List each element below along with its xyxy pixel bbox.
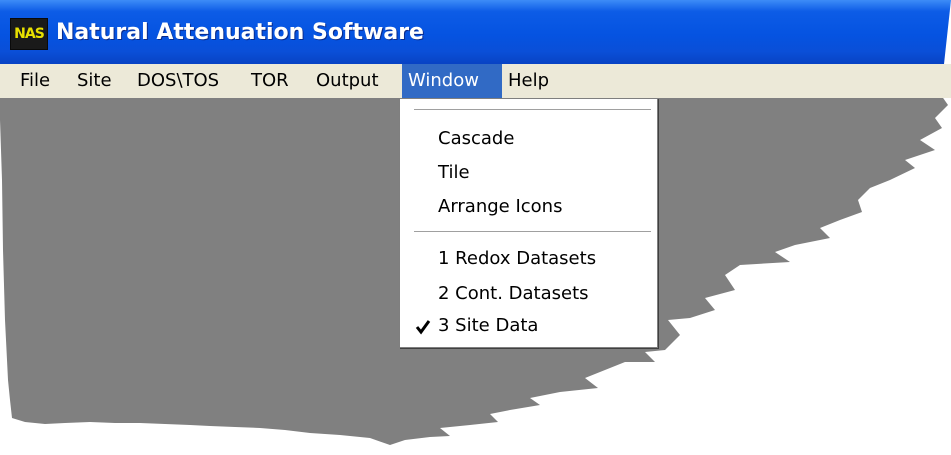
window-title: Natural Attenuation Software [56,20,424,45]
menu-item-label: 1 Redox Datasets [438,248,597,269]
menu-item-tile[interactable]: Tile [400,158,657,188]
menu-item-label: Arrange Icons [438,196,563,217]
checkmark-icon [415,320,431,335]
menu-tor[interactable]: TOR [245,64,295,98]
menu-window[interactable]: Window [402,64,502,98]
window-menu-dropdown: Cascade Tile Arrange Icons 1 Redox Datas… [399,98,658,348]
menu-help[interactable]: Help [502,64,555,98]
menu-item-cont-datasets[interactable]: 2 Cont. Datasets [400,279,657,309]
menu-item-redox-datasets[interactable]: 1 Redox Datasets [400,244,657,274]
nas-app-icon[interactable]: NAS [10,18,48,50]
app-window: NAS Natural Attenuation Software File Si… [0,0,951,455]
menu-item-label: Tile [438,162,470,183]
title-bar[interactable]: NAS Natural Attenuation Software [0,0,951,64]
menu-item-label: Cascade [438,128,515,149]
menu-separator [414,109,651,111]
menu-item-site-data[interactable]: 3 Site Data [400,311,657,341]
menu-item-label: 2 Cont. Datasets [438,283,589,304]
menu-item-arrange-icons[interactable]: Arrange Icons [400,192,657,222]
menu-bar: File Site DOS\TOS TOR Output Window Help [0,64,951,98]
menu-item-label: 3 Site Data [438,315,539,336]
menu-file[interactable]: File [14,64,56,98]
menu-output[interactable]: Output [310,64,385,98]
menu-dos-tos[interactable]: DOS\TOS [131,64,225,98]
menu-separator [414,231,651,233]
menu-site[interactable]: Site [71,64,118,98]
menu-item-cascade[interactable]: Cascade [400,124,657,154]
